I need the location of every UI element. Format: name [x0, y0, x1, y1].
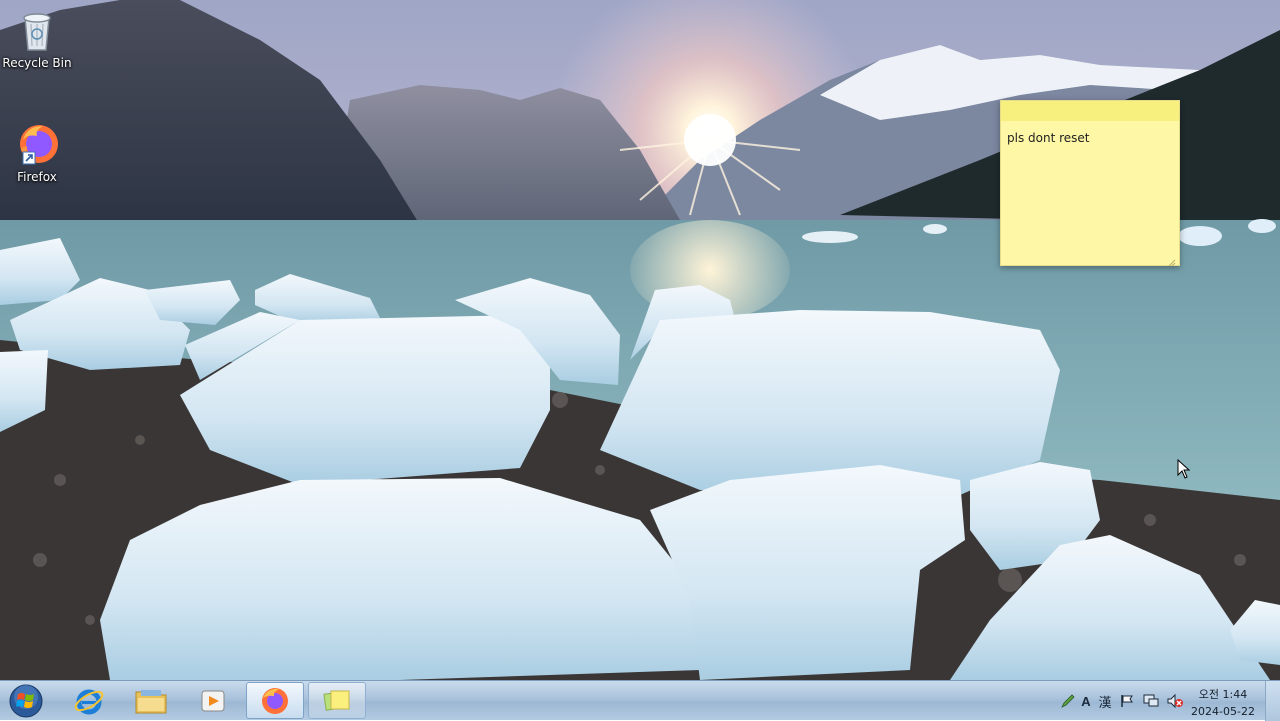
taskbar-media-player[interactable] — [184, 682, 242, 719]
windows-start-orb-icon — [9, 684, 43, 718]
action-center-flag-icon[interactable] — [1115, 681, 1139, 721]
pen-tool-icon[interactable] — [1059, 681, 1077, 721]
recycle-bin-icon — [13, 6, 61, 54]
folder-icon — [135, 689, 167, 713]
system-tray: A 漢 오전 1:44 2024-05-22 — [1059, 681, 1280, 721]
desktop-icon-label: Firefox — [17, 170, 57, 184]
desktop-icon-label: Recycle Bin — [2, 56, 72, 70]
firefox-icon — [13, 120, 61, 168]
network-icon[interactable] — [1139, 681, 1163, 721]
ime-hanja-button[interactable]: 漢 — [1095, 681, 1115, 721]
taskbar-firefox[interactable] — [246, 682, 304, 719]
start-button[interactable] — [4, 682, 48, 720]
clock-time: 오전 1:44 — [1198, 687, 1248, 701]
sticky-note[interactable]: pls dont reset — [1000, 100, 1180, 267]
resize-grip-icon[interactable] — [1168, 254, 1176, 267]
clock-date: 2024-05-22 — [1191, 704, 1255, 718]
mouse-cursor-icon — [1177, 458, 1191, 479]
firefox-icon — [262, 687, 288, 714]
desktop-icon-firefox[interactable]: Firefox — [2, 120, 72, 184]
taskbar-internet-explorer[interactable] — [60, 682, 118, 719]
internet-explorer-icon — [74, 689, 104, 714]
taskbar: A 漢 오전 1:44 2024-05-22 — [0, 680, 1280, 721]
clock[interactable]: 오전 1:44 2024-05-22 — [1187, 683, 1259, 720]
ime-mode-indicator[interactable]: A — [1077, 681, 1095, 721]
show-desktop-button[interactable] — [1265, 681, 1280, 721]
taskbar-windows-explorer[interactable] — [122, 682, 180, 719]
sticky-notes-icon — [323, 690, 350, 711]
taskbar-sticky-notes[interactable] — [308, 682, 366, 719]
media-player-icon — [201, 690, 225, 711]
sticky-note-text[interactable]: pls dont reset — [1001, 115, 1179, 145]
desktop-icon-recycle-bin[interactable]: Recycle Bin — [2, 6, 72, 70]
volume-muted-icon[interactable] — [1163, 681, 1187, 721]
